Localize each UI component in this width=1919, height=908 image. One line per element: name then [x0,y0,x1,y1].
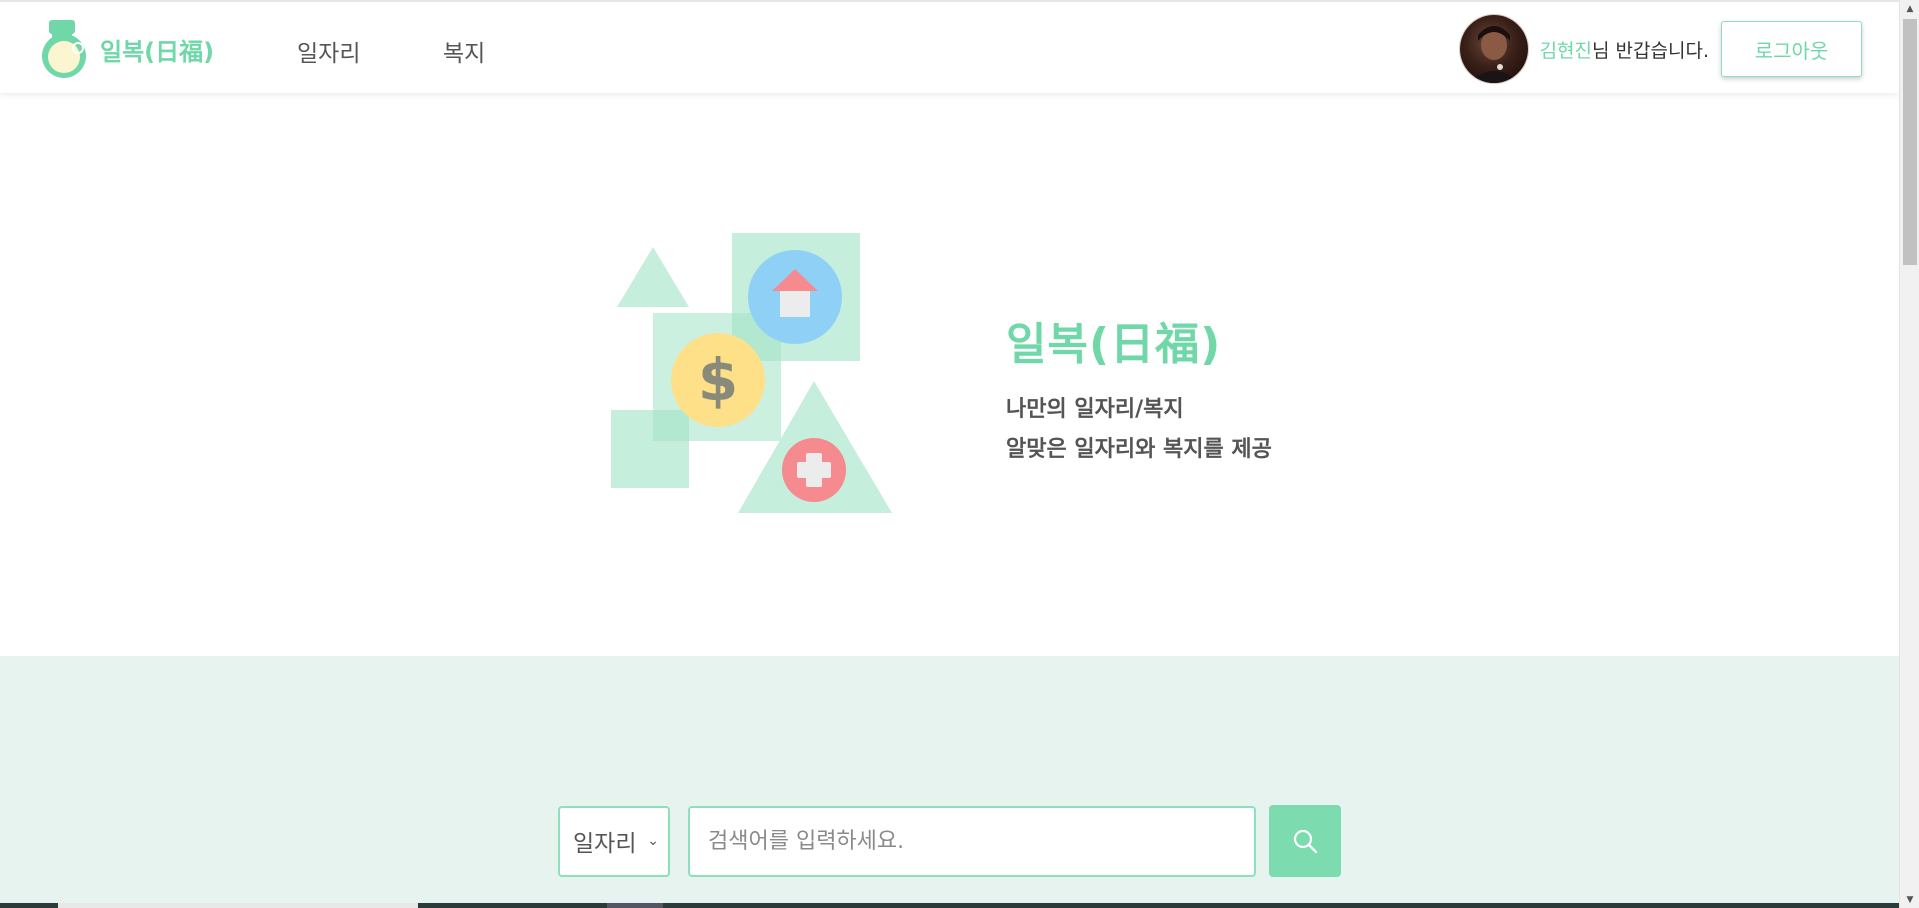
scroll-thumb[interactable] [1903,19,1917,265]
triangle-shape [617,247,689,307]
bottom-strip [0,903,1899,908]
dollar-icon: $ [671,333,765,427]
logout-button[interactable]: 로그아웃 [1721,21,1862,77]
search-button[interactable] [1269,805,1341,877]
house-icon [748,250,842,344]
user-name: 김현진 [1539,39,1593,62]
logo-link[interactable]: 일복(日福) [36,20,214,78]
overlap-shape-small [653,410,689,441]
search-input[interactable] [688,805,1256,877]
category-select[interactable]: 일자리 ⌄ [558,805,670,877]
category-selected-value: 일자리 [573,831,637,857]
hero-illustration: $ [610,233,895,515]
hero-subtitle: 나만의 일자리/복지 알맞은 일자리와 복지를 제공 [1006,390,1272,470]
hero-title: 일복(日福) [1006,319,1222,370]
hero-text: 일복(日福) 나만의 일자리/복지 알맞은 일자리와 복지를 제공 [1006,308,1272,470]
avatar[interactable] [1459,15,1528,83]
chevron-down-icon: ⌄ [647,833,659,849]
bottom-strip-segment [607,903,663,908]
medical-cross-icon [782,438,846,502]
logo-text: 일복(日福) [100,37,215,66]
hero-section: $ 일복(日福) 나만의 일자리/복지 알맞은 일자리와 복지를 제공 [0,93,1899,656]
search-bar: 일자리 ⌄ [558,805,1341,877]
top-navbar: 일복(日福) 일자리 복지 김현진님 반갑습니다. 로그아웃 [0,0,1899,93]
greeting-text: 김현진님 반갑습니다. [1540,36,1709,63]
hero-line-2: 알맞은 일자리와 복지를 제공 [1006,437,1272,462]
scroll-up-arrow-icon[interactable]: ▲ [1900,0,1919,17]
user-area: 김현진님 반갑습니다. 로그아웃 [1459,15,1862,83]
nav-item-jobs[interactable]: 일자리 [297,34,360,68]
search-icon [1293,829,1318,854]
vertical-scrollbar[interactable]: ▲ ▼ [1899,0,1919,908]
search-section: 일자리 ⌄ [0,656,1899,908]
nav-item-welfare[interactable]: 복지 [443,34,485,68]
greeting-suffix: 님 반갑습니다. [1592,39,1709,62]
page: 일복(日福) 일자리 복지 김현진님 반갑습니다. 로그아웃 $ 일복(日福) … [0,0,1899,908]
scroll-down-arrow-icon[interactable]: ▼ [1900,891,1919,908]
svg-text:$: $ [698,346,738,414]
bottom-strip-segment [58,903,418,908]
hero-line-1: 나만의 일자리/복지 [1006,397,1184,422]
pouch-logo-icon [36,20,92,78]
